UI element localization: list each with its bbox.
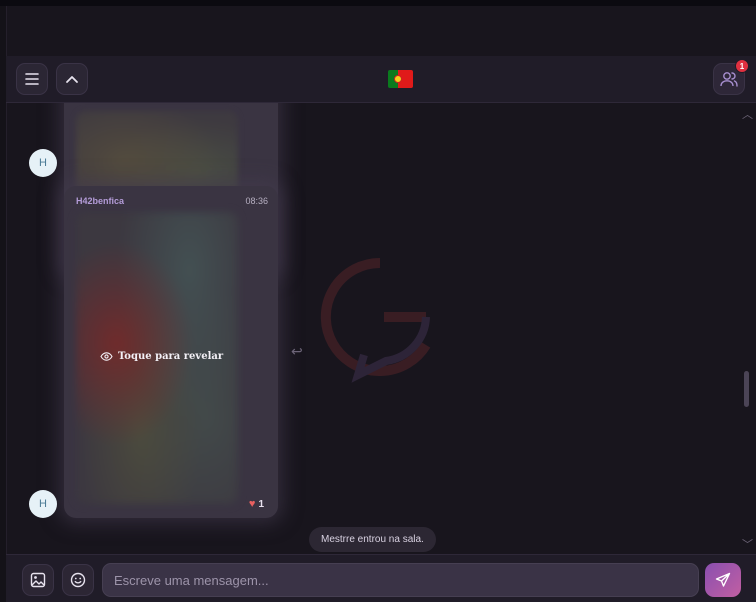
- reply-icon[interactable]: ↩: [291, 343, 303, 360]
- like-count: 1: [258, 498, 264, 510]
- message-time: 08:36: [245, 196, 268, 206]
- avatar[interactable]: H: [29, 149, 57, 177]
- hamburger-menu-icon: [25, 73, 39, 85]
- attach-image-button[interactable]: [22, 564, 54, 596]
- scroll-up-icon[interactable]: ︿: [742, 106, 753, 122]
- system-message: Mestrre entrou na sala.: [309, 527, 436, 552]
- image-icon: [30, 572, 46, 588]
- message-composer: [6, 554, 756, 602]
- chevron-up-icon: [66, 76, 78, 83]
- sender-name[interactable]: H42benfica: [76, 196, 124, 206]
- collapse-button[interactable]: [56, 63, 88, 95]
- menu-button[interactable]: [16, 63, 48, 95]
- avatar[interactable]: H: [29, 490, 57, 518]
- heart-icon: ♥: [248, 498, 256, 510]
- users-icon: [720, 72, 738, 87]
- emoji-button[interactable]: [62, 564, 94, 596]
- send-icon: [715, 572, 731, 587]
- reveal-button[interactable]: Toque para revelar: [100, 351, 223, 362]
- message-list[interactable]: ♥ 1 H H42benfica 08:36 Toque para revela…: [6, 103, 756, 554]
- portugal-flag[interactable]: [388, 70, 413, 88]
- like-counter[interactable]: ♥ 1: [249, 498, 264, 510]
- logo-watermark: [318, 255, 442, 390]
- chat-header: [6, 56, 756, 103]
- reveal-label: Toque para revelar: [118, 351, 224, 362]
- message-bubble: H42benfica 08:36 Toque para revelar ♥ 1: [64, 186, 278, 518]
- message-input[interactable]: [102, 563, 699, 597]
- smiley-icon: [70, 572, 86, 588]
- eye-icon: [100, 352, 113, 361]
- scroll-down-icon[interactable]: ﹀: [742, 536, 753, 552]
- scrollbar-thumb[interactable]: [744, 371, 749, 407]
- notification-badge: 1: [735, 59, 749, 73]
- send-button[interactable]: [705, 563, 741, 597]
